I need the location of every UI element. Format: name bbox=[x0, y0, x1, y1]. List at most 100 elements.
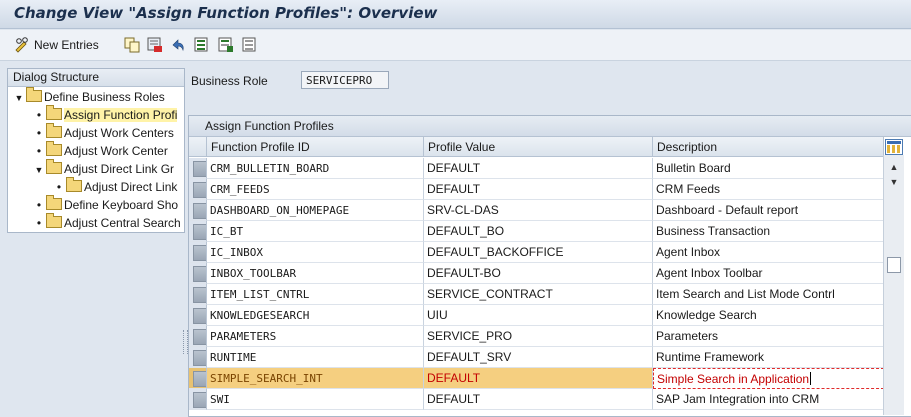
tree-item-assign-function-profiles[interactable]: • Assign Function Profi bbox=[34, 105, 178, 124]
row-selector-button[interactable] bbox=[193, 287, 206, 303]
row-selector-button[interactable] bbox=[193, 203, 206, 219]
table-row[interactable]: ITEM_LIST_CNTRL SERVICE_CONTRACT Item Sear… bbox=[189, 284, 884, 305]
cell-profile-value[interactable]: DEFAULT bbox=[424, 368, 653, 389]
row-selector[interactable] bbox=[189, 263, 207, 284]
row-selector-button[interactable] bbox=[193, 329, 206, 345]
cell-description[interactable]: SAP Jam Integration into CRM bbox=[653, 389, 884, 410]
cell-profile-value[interactable]: DEFAULT-BO bbox=[424, 263, 653, 284]
scroll-up-icon[interactable]: ▲ bbox=[886, 160, 902, 174]
row-selector[interactable] bbox=[189, 347, 207, 368]
delete-button[interactable] bbox=[147, 36, 163, 54]
description-input[interactable]: Simple Search in Application bbox=[653, 368, 884, 389]
row-selector[interactable] bbox=[189, 221, 207, 242]
cell-description[interactable]: Bulletin Board bbox=[653, 158, 884, 179]
cell-description[interactable]: Agent Inbox Toolbar bbox=[653, 263, 884, 284]
row-selector-button[interactable] bbox=[193, 161, 206, 177]
table-row[interactable]: PARAMETERS SERVICE_PRO Parameters bbox=[189, 326, 884, 347]
table-settings-icon[interactable] bbox=[885, 139, 903, 155]
table-row[interactable]: INBOX_TOOLBAR DEFAULT-BO Agent Inbox Toolb… bbox=[189, 263, 884, 284]
cell-function-profile-id[interactable]: DASHBOARD_ON_HOMEPAGE bbox=[207, 200, 424, 221]
tree-item-adjust-work-centers[interactable]: • Adjust Work Centers bbox=[34, 123, 174, 142]
expand-arrow-icon[interactable]: ▼ bbox=[14, 89, 24, 107]
cell-description[interactable]: Runtime Framework bbox=[653, 347, 884, 368]
cell-function-profile-id[interactable]: ITEM_LIST_CNTRL bbox=[207, 284, 424, 305]
row-selector[interactable] bbox=[189, 368, 207, 389]
expand-arrow-icon[interactable]: ▼ bbox=[34, 161, 44, 179]
cell-description[interactable]: Dashboard - Default report bbox=[653, 200, 884, 221]
cell-profile-value[interactable]: SRV-CL-DAS bbox=[424, 200, 653, 221]
cell-function-profile-id[interactable]: INBOX_TOOLBAR bbox=[207, 263, 424, 284]
tree-item-adjust-direct-link[interactable]: • Adjust Direct Link bbox=[54, 177, 177, 196]
scroll-down-icon[interactable]: ▼ bbox=[886, 175, 902, 189]
row-selector[interactable] bbox=[189, 305, 207, 326]
row-selector[interactable] bbox=[189, 158, 207, 179]
cell-function-profile-id[interactable]: IC_INBOX bbox=[207, 242, 424, 263]
cell-function-profile-id[interactable]: CRM_FEEDS bbox=[207, 179, 424, 200]
cell-profile-value[interactable]: DEFAULT bbox=[424, 158, 653, 179]
cell-function-profile-id[interactable]: PARAMETERS bbox=[207, 326, 424, 347]
cell-description[interactable]: Knowledge Search bbox=[653, 305, 884, 326]
tree-item-define-business-roles[interactable]: ▼ Define Business Roles bbox=[14, 87, 165, 107]
column-header-profile-value[interactable]: Profile Value bbox=[424, 137, 653, 157]
cell-profile-value[interactable]: DEFAULT_SRV bbox=[424, 347, 653, 368]
select-all-rows-header[interactable] bbox=[189, 137, 207, 157]
cell-profile-value[interactable]: UIU bbox=[424, 305, 653, 326]
table-row[interactable]: DASHBOARD_ON_HOMEPAGE SRV-CL-DAS Dashboard… bbox=[189, 200, 884, 221]
table-row[interactable]: IC_INBOX DEFAULT_BACKOFFICE Agent Inbox bbox=[189, 242, 884, 263]
select-block-button[interactable] bbox=[218, 36, 234, 54]
scrollbar-thumb[interactable] bbox=[887, 257, 901, 273]
row-selector[interactable] bbox=[189, 242, 207, 263]
row-selector-button[interactable] bbox=[193, 224, 206, 240]
row-selector[interactable] bbox=[189, 200, 207, 221]
cell-profile-value[interactable]: DEFAULT bbox=[424, 389, 653, 410]
tree-item-adjust-direct-link-groups[interactable]: ▼ Adjust Direct Link Gr bbox=[34, 159, 174, 179]
cell-function-profile-id[interactable]: IC_BT bbox=[207, 221, 424, 242]
table-row[interactable]: CRM_FEEDS DEFAULT CRM Feeds bbox=[189, 179, 884, 200]
table-row[interactable]: KNOWLEDGESEARCH UIU Knowledge Search bbox=[189, 305, 884, 326]
row-selector-button[interactable] bbox=[193, 371, 206, 387]
cell-function-profile-id[interactable]: CRM_BULLETIN_BOARD bbox=[207, 158, 424, 179]
cell-description[interactable]: Business Transaction bbox=[653, 221, 884, 242]
row-selector[interactable] bbox=[189, 326, 207, 347]
row-selector[interactable] bbox=[189, 284, 207, 305]
cell-function-profile-id[interactable]: KNOWLEDGESEARCH bbox=[207, 305, 424, 326]
cell-profile-value[interactable]: SERVICE_CONTRACT bbox=[424, 284, 653, 305]
vertical-scrollbar[interactable]: ▲ ▼ bbox=[883, 155, 904, 415]
new-entries-button[interactable]: New Entries bbox=[14, 36, 99, 54]
undo-change-button[interactable] bbox=[170, 36, 186, 54]
column-header-function-profile-id[interactable]: Function Profile ID bbox=[207, 137, 424, 157]
deselect-all-button[interactable] bbox=[242, 36, 258, 54]
cell-function-profile-id[interactable]: RUNTIME bbox=[207, 347, 424, 368]
cell-profile-value[interactable]: DEFAULT_BO bbox=[424, 221, 653, 242]
cell-function-profile-id[interactable]: SWI bbox=[207, 389, 424, 410]
copy-icon bbox=[124, 37, 140, 53]
row-selector-button[interactable] bbox=[193, 350, 206, 366]
cell-function-profile-id[interactable]: SIMPLE_SEARCH_INT bbox=[207, 368, 424, 389]
cell-profile-value[interactable]: SERVICE_PRO bbox=[424, 326, 653, 347]
table-row[interactable]: SWI DEFAULT SAP Jam Integration into CRM bbox=[189, 389, 884, 410]
cell-description[interactable]: Parameters bbox=[653, 326, 884, 347]
cell-profile-value[interactable]: DEFAULT_BACKOFFICE bbox=[424, 242, 653, 263]
cell-description[interactable]: Agent Inbox bbox=[653, 242, 884, 263]
row-selector[interactable] bbox=[189, 389, 207, 410]
folder-icon bbox=[46, 159, 62, 174]
cell-description[interactable]: Item Search and List Mode Contrl bbox=[653, 284, 884, 305]
row-selector-button[interactable] bbox=[193, 392, 206, 408]
cell-description[interactable]: CRM Feeds bbox=[653, 179, 884, 200]
row-selector-button[interactable] bbox=[193, 245, 206, 261]
cell-profile-value[interactable]: DEFAULT bbox=[424, 179, 653, 200]
row-selector-button[interactable] bbox=[193, 308, 206, 324]
column-header-description[interactable]: Description bbox=[653, 137, 884, 157]
tree-item-adjust-work-center[interactable]: • Adjust Work Center bbox=[34, 141, 168, 160]
tree-item-adjust-central-search[interactable]: • Adjust Central Search bbox=[34, 213, 181, 232]
table-row[interactable]: IC_BT DEFAULT_BO Business Transaction bbox=[189, 221, 884, 242]
select-all-button[interactable] bbox=[194, 36, 210, 54]
row-selector-button[interactable] bbox=[193, 266, 206, 282]
table-row[interactable]: RUNTIME DEFAULT_SRV Runtime Framework bbox=[189, 347, 884, 368]
row-selector-button[interactable] bbox=[193, 182, 206, 198]
table-row[interactable]: CRM_BULLETIN_BOARD DEFAULT Bulletin Board bbox=[189, 158, 884, 179]
table-row[interactable]: SIMPLE_SEARCH_INT DEFAULT Simple Search in… bbox=[189, 368, 884, 389]
copy-button[interactable] bbox=[124, 36, 140, 54]
row-selector[interactable] bbox=[189, 179, 207, 200]
tree-item-define-keyboard-shortcuts[interactable]: • Define Keyboard Sho bbox=[34, 195, 178, 214]
